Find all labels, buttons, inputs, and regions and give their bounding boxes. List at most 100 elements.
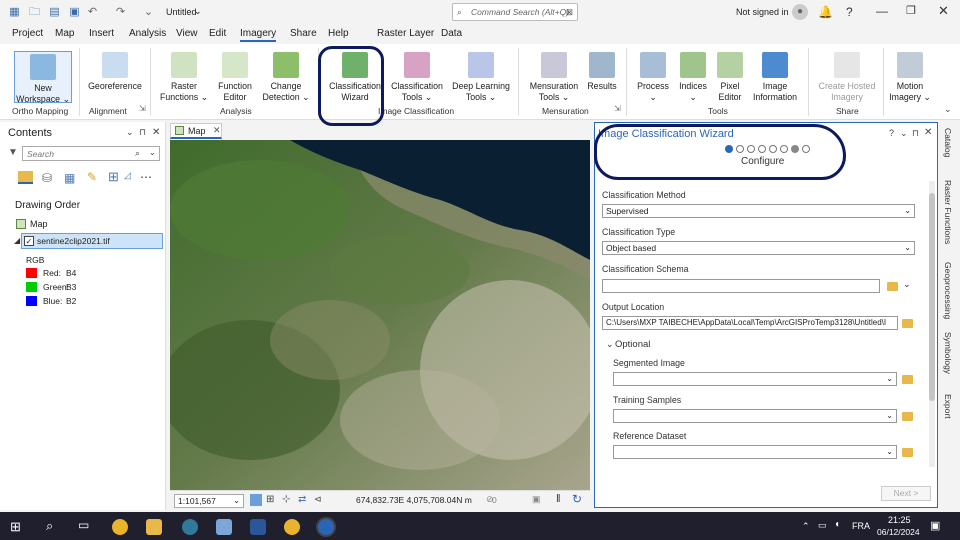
- word-icon[interactable]: [250, 519, 266, 535]
- tab-edit[interactable]: Edit: [209, 28, 226, 39]
- tab-raster-layer[interactable]: Raster Layer: [377, 28, 434, 39]
- signin-status[interactable]: Not signed in: [736, 7, 789, 17]
- georeference-button[interactable]: Georeference: [86, 52, 144, 92]
- chevron-down-icon[interactable]: ⌄: [194, 6, 202, 17]
- tab-map[interactable]: Map: [55, 28, 74, 39]
- task-view-icon[interactable]: ▭: [78, 518, 89, 532]
- grid-icon[interactable]: [250, 494, 262, 506]
- minimize-icon[interactable]: —: [876, 4, 888, 18]
- new-project-icon[interactable]: 🗀: [28, 6, 41, 19]
- tab-analysis[interactable]: Analysis: [129, 28, 166, 39]
- change-detection-button[interactable]: Change Detection ⌄: [260, 52, 312, 102]
- contents-search-input[interactable]: Search ⌕ ⌄: [22, 146, 160, 161]
- pixel-editor-button[interactable]: Pixel Editor: [712, 52, 748, 102]
- tray-expand-icon[interactable]: ⌃: [802, 521, 810, 532]
- windows-start-icon[interactable]: ⊞: [10, 519, 21, 535]
- browse-folder-icon[interactable]: [887, 282, 898, 291]
- restore-icon[interactable]: ❐: [906, 4, 916, 17]
- close-window-icon[interactable]: ✕: [938, 3, 949, 19]
- close-icon[interactable]: ✕: [152, 127, 160, 138]
- tab-project[interactable]: Project: [12, 28, 43, 39]
- view-options-icon[interactable]: ⊲: [314, 494, 322, 505]
- pane-menu-icon[interactable]: ⌄: [126, 127, 134, 138]
- next-button[interactable]: Next >: [881, 486, 931, 501]
- motion-imagery-button[interactable]: Motion Imagery ⌄: [888, 52, 932, 102]
- clock-date[interactable]: 06/12/2024: [877, 527, 920, 537]
- document-title[interactable]: Untitled: [166, 7, 197, 17]
- help-icon[interactable]: ?: [846, 5, 853, 19]
- refresh-icon[interactable]: ↻: [572, 492, 582, 506]
- reference-dataset-dropdown[interactable]: ⌄: [613, 445, 897, 459]
- list-by-snapping-icon[interactable]: ⊞: [108, 169, 119, 185]
- command-search-input[interactable]: ⌕ Command Search (Alt+Q) ⊠: [452, 3, 578, 21]
- browse-folder-icon[interactable]: [902, 412, 913, 421]
- close-icon[interactable]: ⊠: [566, 4, 573, 20]
- more-options-icon[interactable]: ⋯: [140, 170, 152, 184]
- mensuration-tools-button[interactable]: Mensuration Tools ⌄: [526, 52, 582, 102]
- scale-selector[interactable]: 1:101,567 ⌄: [174, 494, 244, 508]
- open-project-icon[interactable]: ▤: [48, 6, 61, 19]
- segmented-image-dropdown[interactable]: ⌄: [613, 372, 897, 386]
- layer-row[interactable]: ◢ ✓ sentine2clip2021.tif: [14, 233, 163, 249]
- dialog-launcher-icon[interactable]: ⇲: [139, 104, 146, 113]
- dialog-launcher-icon[interactable]: ⇲: [614, 104, 621, 113]
- volume-icon[interactable]: ◖: [834, 519, 840, 530]
- map-node[interactable]: Map: [30, 219, 48, 229]
- list-by-drawing-order-icon[interactable]: [18, 171, 33, 184]
- pin-icon[interactable]: ⊓: [139, 127, 146, 138]
- collapse-ribbon-icon[interactable]: ⌄: [944, 104, 952, 115]
- tab-view[interactable]: View: [176, 28, 198, 39]
- expand-icon[interactable]: ◢: [14, 236, 20, 245]
- tab-data[interactable]: Data: [441, 28, 462, 39]
- new-workspace-button[interactable]: New Workspace ⌄: [14, 51, 72, 104]
- browse-folder-icon[interactable]: [902, 448, 913, 457]
- list-by-selection-icon[interactable]: ▦: [64, 171, 75, 185]
- chevron-down-icon[interactable]: ⌄: [903, 279, 911, 290]
- save-icon[interactable]: ▣: [68, 6, 81, 19]
- map-canvas[interactable]: [170, 140, 590, 490]
- file-explorer-icon[interactable]: [146, 519, 162, 535]
- classification-tools-button[interactable]: Classification Tools ⌄: [388, 52, 446, 102]
- tab-export[interactable]: Export: [943, 394, 953, 419]
- list-by-labeling-icon[interactable]: ◿: [124, 170, 131, 181]
- pin-icon[interactable]: ⊓: [912, 128, 919, 139]
- classification-type-dropdown[interactable]: Object based ⌄: [602, 241, 915, 255]
- layer-visibility-checkbox[interactable]: ✓: [24, 236, 34, 246]
- optional-section-header[interactable]: Optional: [615, 339, 650, 350]
- browse-folder-icon[interactable]: [902, 319, 913, 328]
- chrome-icon[interactable]: [112, 519, 128, 535]
- output-location-input[interactable]: C:\Users\MXP TAIBECHE\AppData\Local\Temp…: [602, 316, 898, 330]
- scrollbar-thumb[interactable]: [929, 193, 935, 401]
- chevron-down-icon[interactable]: ⌄: [149, 148, 156, 157]
- wizard-scrollbar[interactable]: [929, 181, 935, 467]
- pane-menu-icon[interactable]: ⌄: [900, 128, 908, 139]
- avatar[interactable]: ●: [792, 4, 808, 20]
- notifications-icon[interactable]: ▣: [930, 519, 940, 532]
- tab-catalog[interactable]: Catalog: [943, 128, 953, 157]
- classification-method-dropdown[interactable]: Supervised ⌄: [602, 204, 915, 218]
- tab-imagery[interactable]: Imagery: [240, 28, 277, 42]
- browse-folder-icon[interactable]: [902, 375, 913, 384]
- deep-learning-tools-button[interactable]: Deep Learning Tools ⌄: [450, 52, 512, 102]
- close-icon[interactable]: ✕: [924, 127, 932, 138]
- list-by-editing-icon[interactable]: ✎: [87, 170, 97, 184]
- tab-insert[interactable]: Insert: [89, 28, 114, 39]
- notification-icon[interactable]: 🔔: [818, 5, 833, 19]
- navigation-icon[interactable]: ⇄: [298, 494, 306, 505]
- search-app-icon[interactable]: [182, 519, 198, 535]
- process-button[interactable]: Process ⌄: [634, 52, 672, 102]
- help-icon[interactable]: ?: [889, 128, 894, 138]
- collapse-icon[interactable]: ⌄: [606, 339, 614, 350]
- pause-drawing-icon[interactable]: ‖: [556, 493, 561, 505]
- tab-raster-functions[interactable]: Raster Functions: [943, 180, 953, 244]
- language-indicator[interactable]: FRA: [852, 521, 870, 531]
- tab-help[interactable]: Help: [328, 28, 349, 39]
- refresh-cache-icon[interactable]: ▣: [532, 494, 541, 505]
- list-by-source-icon[interactable]: ⛁: [42, 171, 52, 185]
- raster-functions-button[interactable]: Raster Functions ⌄: [158, 52, 210, 102]
- indices-button[interactable]: Indices ⌄: [674, 52, 712, 102]
- tab-map-view[interactable]: Map ✕: [170, 123, 222, 139]
- constraints-icon[interactable]: ⊹: [282, 494, 290, 505]
- training-samples-dropdown[interactable]: ⌄: [613, 409, 897, 423]
- classification-schema-input[interactable]: [602, 279, 880, 293]
